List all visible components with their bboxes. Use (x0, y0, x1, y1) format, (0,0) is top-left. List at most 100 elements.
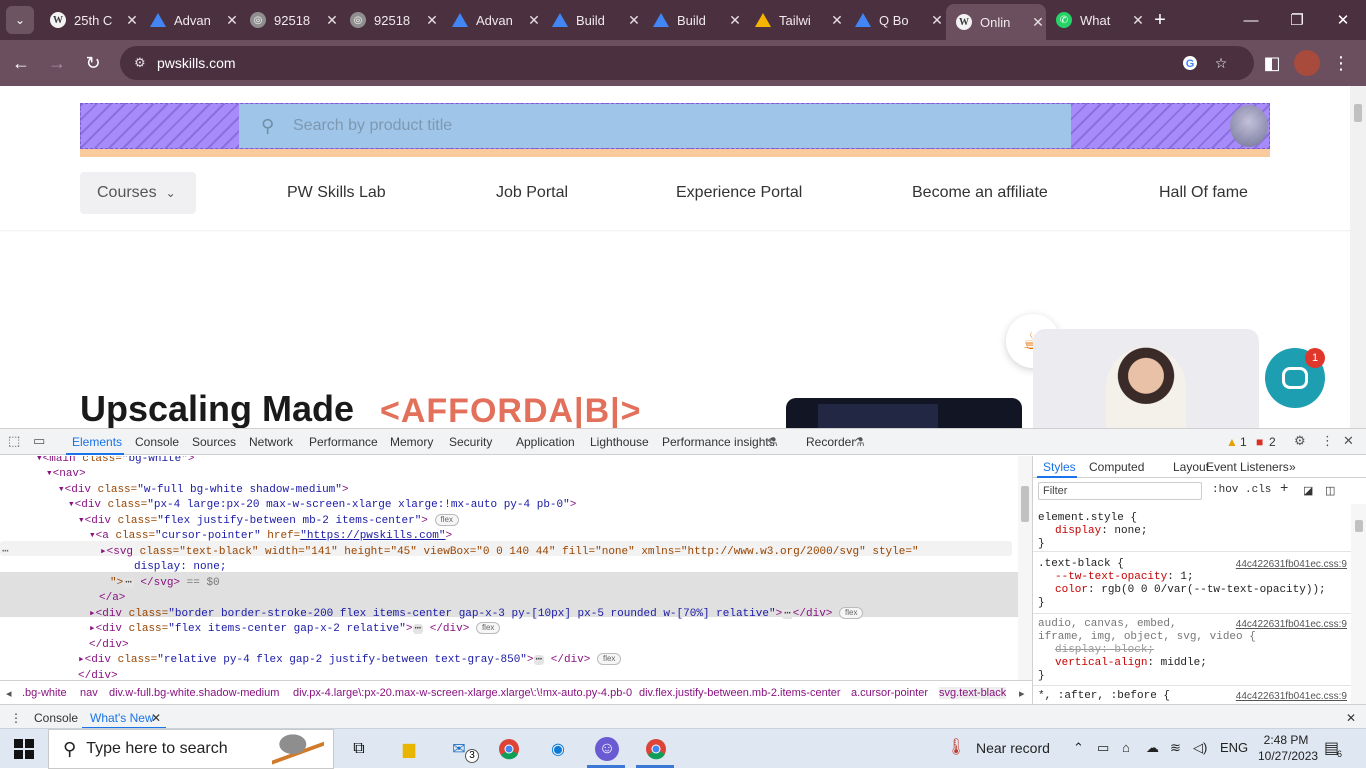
profile-avatar[interactable] (1294, 50, 1320, 76)
back-button[interactable]: ← (8, 50, 34, 76)
close-drawer-icon[interactable]: ✕ (1346, 711, 1356, 725)
style-property[interactable]: display: none; (1038, 525, 1351, 538)
close-icon[interactable]: ✕ (124, 12, 140, 29)
search-input[interactable]: ⚲ Search by product title (239, 104, 1071, 148)
network-adapter-icon[interactable]: ▭ (1097, 740, 1109, 756)
close-icon[interactable]: ✕ (424, 12, 440, 29)
href-link[interactable]: "https://pwskills.com" (300, 530, 445, 542)
style-property[interactable]: color: rgb(0 0 0/var(--tw-text-opacity))… (1038, 584, 1351, 597)
nav-link-affiliate[interactable]: Become an affiliate (912, 184, 1048, 202)
volume-icon[interactable]: ◁) (1193, 740, 1207, 756)
dom-node-a[interactable]: ▾<a class="cursor-pointer" href="https:/… (89, 529, 452, 545)
toggle-sidebar-icon[interactable]: ◫ (1325, 484, 1335, 498)
expand-triangle-icon[interactable]: ▾ (78, 515, 85, 527)
breadcrumb-item[interactable]: .bg-white (22, 687, 67, 699)
expand-triangle-icon[interactable]: ▾ (46, 468, 53, 480)
collapse-triangle-icon[interactable]: ▸ (100, 546, 107, 558)
dom-node-a-close[interactable]: </a> (99, 591, 125, 607)
browser-tab[interactable]: Advan ✕ (442, 4, 542, 36)
source-link[interactable]: 44c422631fb041ec.css:9 (1236, 618, 1347, 631)
source-link[interactable]: 44c422631fb041ec.css:9 (1236, 690, 1347, 703)
paint-brush-icon[interactable]: ◪ (1303, 484, 1313, 498)
ellipsis-icon[interactable]: ⋯ (533, 655, 545, 666)
tab-styles[interactable]: Styles (1043, 460, 1076, 474)
window-close-button[interactable]: ✕ (1320, 0, 1366, 40)
browser-tab[interactable]: ◎ 92518 ✕ (240, 4, 340, 36)
dom-node-div[interactable]: ▸<div class="relative py-4 flex gap-2 ju… (78, 653, 622, 669)
close-icon[interactable]: ✕ (929, 12, 945, 29)
browser-tab[interactable]: ✆ What ✕ (1046, 4, 1146, 36)
dom-node-div-close[interactable]: </div> (78, 669, 118, 680)
error-count[interactable]: 2 (1269, 435, 1276, 449)
browser-tab-active[interactable]: W Onlin ✕ (946, 4, 1046, 40)
dom-node-div-close[interactable]: </div> (89, 638, 129, 654)
inspect-element-icon[interactable]: ⬚ (8, 433, 20, 449)
hover-state-toggle[interactable]: :hov (1212, 484, 1238, 496)
nav-link-hall-of-fame[interactable]: Hall Of fame (1159, 184, 1248, 202)
scrollbar-thumb[interactable] (1354, 104, 1362, 122)
tab-security[interactable]: Security (449, 435, 492, 449)
dom-node-div[interactable]: ▸<div class="border border-stroke-200 fl… (89, 607, 864, 623)
dom-node-div[interactable]: ▸<div class="flex items-center gap-x-2 r… (89, 622, 501, 638)
flex-badge[interactable]: flex (434, 514, 459, 527)
tab-layout[interactable]: Layout (1173, 460, 1209, 474)
elements-scrollbar[interactable] (1018, 456, 1032, 680)
tab-computed[interactable]: Computed (1089, 460, 1144, 474)
tab-performance[interactable]: Performance (309, 435, 378, 449)
tab-memory[interactable]: Memory (390, 435, 433, 449)
close-icon[interactable]: ✕ (727, 12, 743, 29)
ellipsis-icon[interactable]: ⋯ (2, 546, 9, 558)
close-icon[interactable]: ✕ (526, 12, 542, 29)
usb-icon[interactable]: ⌂ (1122, 740, 1130, 755)
minimize-button[interactable]: — (1228, 0, 1274, 40)
tab-sources[interactable]: Sources (192, 435, 236, 449)
source-link[interactable]: 44c422631fb041ec.css:9 (1236, 558, 1347, 571)
expand-triangle-icon[interactable]: ▾ (89, 530, 96, 542)
tab-lighthouse[interactable]: Lighthouse (590, 435, 649, 449)
browser-tab[interactable]: Build ✕ (643, 4, 743, 36)
drawer-tab-console[interactable]: Console (34, 711, 78, 725)
close-icon[interactable]: ✕ (1130, 12, 1146, 29)
bookmark-star-icon[interactable]: ☆ (1212, 54, 1230, 72)
browser-tab[interactable]: W 25th C ✕ (40, 4, 140, 36)
collapse-triangle-icon[interactable]: ▸ (89, 623, 96, 635)
breadcrumb-item[interactable]: nav (80, 687, 98, 699)
forward-button[interactable]: → (44, 50, 70, 76)
ellipsis-icon[interactable]: ⋯ (782, 609, 793, 620)
scrollbar-thumb[interactable] (1021, 486, 1029, 522)
close-icon[interactable]: ✕ (1343, 433, 1354, 449)
task-view-icon[interactable]: ⧉ (347, 737, 371, 761)
gear-icon[interactable]: ⚙ (1294, 433, 1306, 449)
windows-start-button[interactable] (14, 739, 34, 759)
tab-network[interactable]: Network (249, 435, 293, 449)
breadcrumb-item[interactable]: a.cursor-pointer (851, 687, 928, 699)
close-icon[interactable]: ✕ (224, 12, 240, 29)
browser-tab[interactable]: Q Bo ✕ (845, 4, 945, 36)
style-property[interactable]: --tw-text-opacity: 1; (1038, 571, 1351, 584)
styles-scrollbar[interactable] (1351, 504, 1366, 704)
ellipsis-icon[interactable]: ⋯ (412, 624, 424, 635)
browser-tab[interactable]: Tailwi ✕ (745, 4, 845, 36)
scrollbar-thumb[interactable] (1355, 520, 1363, 532)
scroll-left-icon[interactable]: ◂ (6, 687, 12, 700)
flex-badge[interactable]: flex (839, 607, 864, 620)
expand-triangle-icon[interactable]: ▾ (68, 499, 75, 511)
close-icon[interactable]: ✕ (626, 12, 642, 29)
chrome-profile-icon[interactable] (644, 737, 668, 761)
language-indicator[interactable]: ENG (1220, 740, 1248, 755)
address-bar[interactable]: ⚙ pwskills.com G ☆ (120, 46, 1254, 80)
restore-button[interactable]: ❐ (1274, 0, 1320, 40)
close-icon[interactable]: ✕ (151, 711, 161, 725)
class-toggle[interactable]: .cls (1245, 484, 1271, 496)
discord-icon[interactable]: ☺ (595, 737, 619, 761)
google-icon[interactable]: G (1181, 54, 1199, 72)
warning-count[interactable]: 1 (1240, 435, 1247, 449)
drawer-menu-icon[interactable]: ⋮ (10, 711, 22, 725)
scroll-right-icon[interactable]: ▸ (1019, 687, 1025, 700)
collapse-triangle-icon[interactable]: ▸ (89, 608, 96, 620)
dom-node-svg-close[interactable]: "> ⋯ </svg> == $0 (110, 576, 220, 592)
breadcrumb-item[interactable]: div.w-full.bg-white.shadow-medium (109, 687, 279, 699)
ellipsis-icon[interactable]: ⋯ (123, 578, 134, 589)
close-icon[interactable]: ✕ (829, 12, 845, 29)
system-clock[interactable]: 2:48 PM 10/27/2023 (1258, 732, 1318, 764)
